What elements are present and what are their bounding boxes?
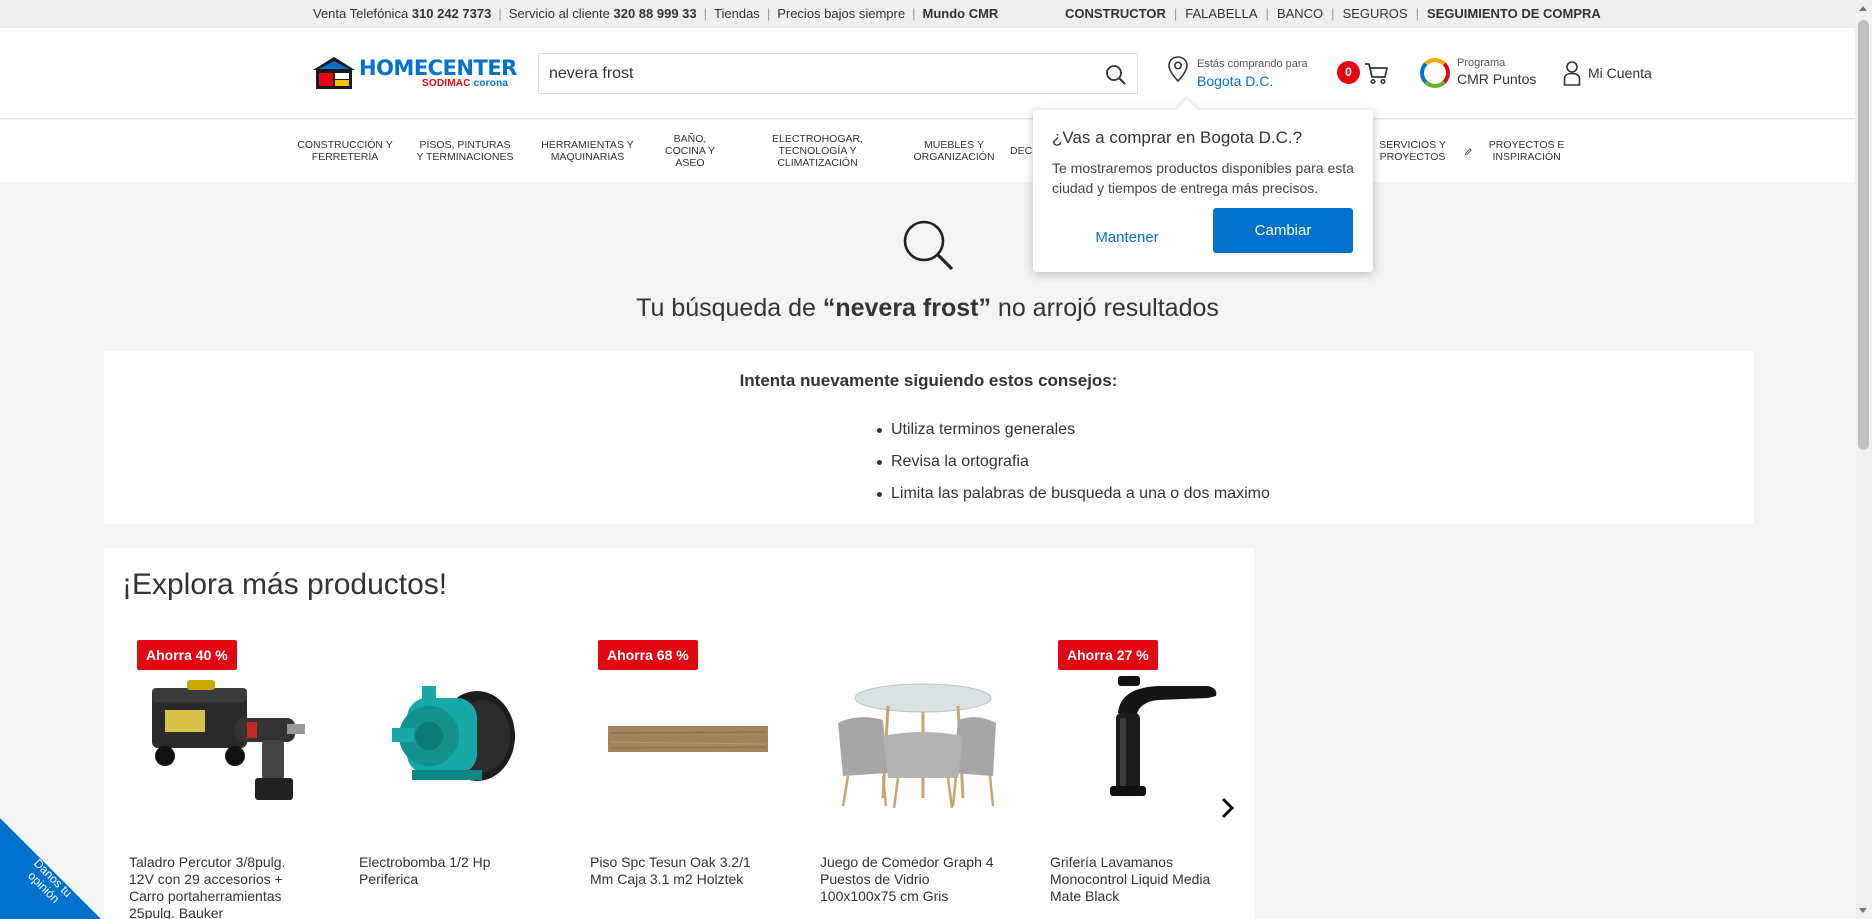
topbar-falabella-link[interactable]: FALABELLA xyxy=(1185,6,1257,21)
nav-proyectos[interactable]: PROYECTOS E INSPIRACIÓN xyxy=(1465,120,1575,182)
location-selector[interactable]: Estás comprando para Bogota D.C. xyxy=(1167,56,1317,90)
tips-title: Intenta nuevamente siguiendo estos conse… xyxy=(739,371,1118,390)
product-name[interactable]: Piso Spc Tesun Oak 3.2/1 Mm Caja 3.1 m2 … xyxy=(590,854,765,888)
carousel-next-arrow-icon[interactable] xyxy=(1210,790,1246,826)
homecenter-logo[interactable]: HOMECENTER SODIMAC corona xyxy=(312,56,517,90)
topbar-low-prices-link[interactable]: Precios bajos siempre xyxy=(777,6,905,21)
tip-item: Revisa la ortografia xyxy=(877,446,1270,478)
scroll-up-arrow-icon[interactable] xyxy=(1859,6,1867,11)
top-utility-bar: Venta Telefónica 310 242 7373 | Servicio… xyxy=(0,0,1855,28)
product-card[interactable]: Ahorra 27 % Grifería Lavamanos Monocontr… xyxy=(1050,640,1240,919)
nav-muebles[interactable]: MUEBLES Y ORGANIZACIÓN xyxy=(910,120,998,182)
product-card[interactable]: Ahorra 40 % Taladro Percutor 3/8pulg. 12… xyxy=(129,640,319,919)
cart-count-badge: 0 xyxy=(1337,61,1360,84)
category-nav: CONSTRUCCIÓN Y FERRETERÍA PISOS, PINTURA… xyxy=(0,120,1855,182)
separator: | xyxy=(1173,6,1178,21)
separator: | xyxy=(912,6,916,21)
nav-bano-cocina[interactable]: BAÑO, COCINA Y ASEO xyxy=(660,120,720,182)
house-logo-icon xyxy=(313,57,355,89)
page-scrollbar[interactable] xyxy=(1855,0,1872,919)
search-bar xyxy=(538,53,1138,94)
separator: | xyxy=(703,6,708,21)
cmr-label: CMR Puntos xyxy=(1457,71,1537,87)
product-card[interactable]: Electrobomba 1/2 Hp Periferica xyxy=(359,640,549,919)
drill-kit-image xyxy=(152,680,305,800)
cart-button[interactable]: 0 xyxy=(1337,58,1392,90)
dining-set-image xyxy=(838,683,996,809)
product-name[interactable]: Taladro Percutor 3/8pulg. 12V con 29 acc… xyxy=(129,854,304,919)
logo-sub-text: SODIMAC corona xyxy=(422,78,509,89)
water-pump-image xyxy=(392,686,515,781)
pencil-icon xyxy=(1465,147,1472,155)
account-link[interactable]: Mi Cuenta xyxy=(1563,60,1663,88)
search-tips-panel: Intenta nuevamente siguiendo estos conse… xyxy=(104,351,1753,524)
tip-item: Utiliza terminos generales xyxy=(877,414,1270,446)
floor-plank-image xyxy=(608,726,768,752)
cmr-points-link[interactable]: Programa CMR Puntos xyxy=(1420,56,1540,90)
scrollbar-thumb[interactable] xyxy=(1858,20,1869,450)
nav-servicios[interactable]: SERVICIOS Y PROYECTOS xyxy=(1375,120,1450,182)
product-name[interactable]: Electrobomba 1/2 Hp Periferica xyxy=(359,854,534,888)
search-input[interactable] xyxy=(549,62,1069,86)
separator: | xyxy=(1265,6,1269,21)
popup-title: ¿Vas a comprar en Bogota D.C.? xyxy=(1052,128,1303,147)
topbar-stores-link[interactable]: Tiendas xyxy=(714,6,760,21)
location-confirm-popup: ¿Vas a comprar en Bogota D.C.? Te mostra… xyxy=(1033,110,1373,272)
location-caption: Estás comprando para xyxy=(1197,58,1308,70)
discount-badge: Ahorra 68 % xyxy=(598,640,698,670)
separator: | xyxy=(1415,6,1419,21)
account-label: Mi Cuenta xyxy=(1588,65,1652,81)
product-name[interactable]: Grifería Lavamanos Monocontrol Liquid Me… xyxy=(1050,854,1225,905)
nav-construccion[interactable]: CONSTRUCCIÓN Y FERRETERÍA xyxy=(295,120,395,182)
topbar-banco-link[interactable]: BANCO xyxy=(1277,6,1323,21)
separator: | xyxy=(1331,6,1335,21)
topbar-phone-sales[interactable]: Venta Telefónica 310 242 7373 xyxy=(313,6,491,21)
site-header: HOMECENTER SODIMAC corona Estás comprand… xyxy=(0,28,1855,119)
topbar-mundo-cmr-link[interactable]: Mundo CMR xyxy=(922,6,998,21)
cmr-caption: Programa xyxy=(1457,57,1506,69)
search-icon[interactable] xyxy=(1105,64,1127,86)
location-city[interactable]: Bogota D.C. xyxy=(1197,73,1273,89)
topbar-seguros-link[interactable]: SEGUROS xyxy=(1343,6,1408,21)
search-magnifier-icon xyxy=(903,220,954,271)
no-results-message: Tu búsqueda de “nevera frost” no arrojó … xyxy=(636,294,1219,322)
separator: | xyxy=(766,6,771,21)
nav-electrohogar[interactable]: ELECTROHOGAR, TECNOLOGÍA Y CLIMATIZACIÓN xyxy=(740,120,895,182)
tip-item: Limita las palabras de busqueda a una o … xyxy=(877,478,1270,510)
topbar-customer-service[interactable]: Servicio al cliente 320 88 999 33 xyxy=(509,6,697,21)
shopping-cart-icon xyxy=(1365,63,1388,85)
cmr-puntos-logo-icon xyxy=(1420,58,1450,88)
separator: | xyxy=(498,6,502,21)
location-pin-icon xyxy=(1168,56,1188,82)
topbar-order-tracking-link[interactable]: SEGUIMIENTO DE COMPRA xyxy=(1427,6,1601,21)
tips-list: Utiliza terminos generales Revisa la ort… xyxy=(877,414,1270,510)
explore-title: ¡Explora más productos! xyxy=(122,568,448,601)
explore-products-section: ¡Explora más productos! Ahorra 40 % Tala… xyxy=(104,548,1254,919)
topbar-right-links: CONSTRUCTOR | FALABELLA | BANCO | SEGURO… xyxy=(1065,6,1601,21)
product-card[interactable]: Juego de Comedor Graph 4 Puestos de Vidr… xyxy=(820,640,1010,919)
feedback-tab[interactable]: Danos tu opinión xyxy=(0,818,102,919)
product-card[interactable]: Ahorra 68 % Piso Spc Tesun Oak 3.2/1 Mm … xyxy=(590,640,780,919)
topbar-left-links: Venta Telefónica 310 242 7373 | Servicio… xyxy=(313,6,998,21)
discount-badge: Ahorra 40 % xyxy=(137,640,237,670)
popup-description: Te mostraremos productos disponibles par… xyxy=(1052,160,1354,196)
product-name[interactable]: Juego de Comedor Graph 4 Puestos de Vidr… xyxy=(820,854,995,905)
change-location-button[interactable]: Cambiar xyxy=(1213,208,1353,253)
nav-herramientas[interactable]: HERRAMIENTAS Y MAQUINARIAS xyxy=(540,120,635,182)
search-query: “nevera frost” xyxy=(822,294,991,322)
user-icon xyxy=(1563,61,1581,86)
nav-pisos-pinturas[interactable]: PISOS, PINTURAS Y TERMINACIONES xyxy=(415,120,515,182)
faucet-image xyxy=(1110,676,1217,796)
logo-brand-text: HOMECENTER xyxy=(359,56,517,80)
topbar-constructor-link[interactable]: CONSTRUCTOR xyxy=(1065,6,1166,21)
discount-badge: Ahorra 27 % xyxy=(1058,640,1158,670)
scroll-down-arrow-icon[interactable] xyxy=(1859,908,1867,913)
keep-location-button[interactable]: Mantener xyxy=(1073,222,1181,254)
